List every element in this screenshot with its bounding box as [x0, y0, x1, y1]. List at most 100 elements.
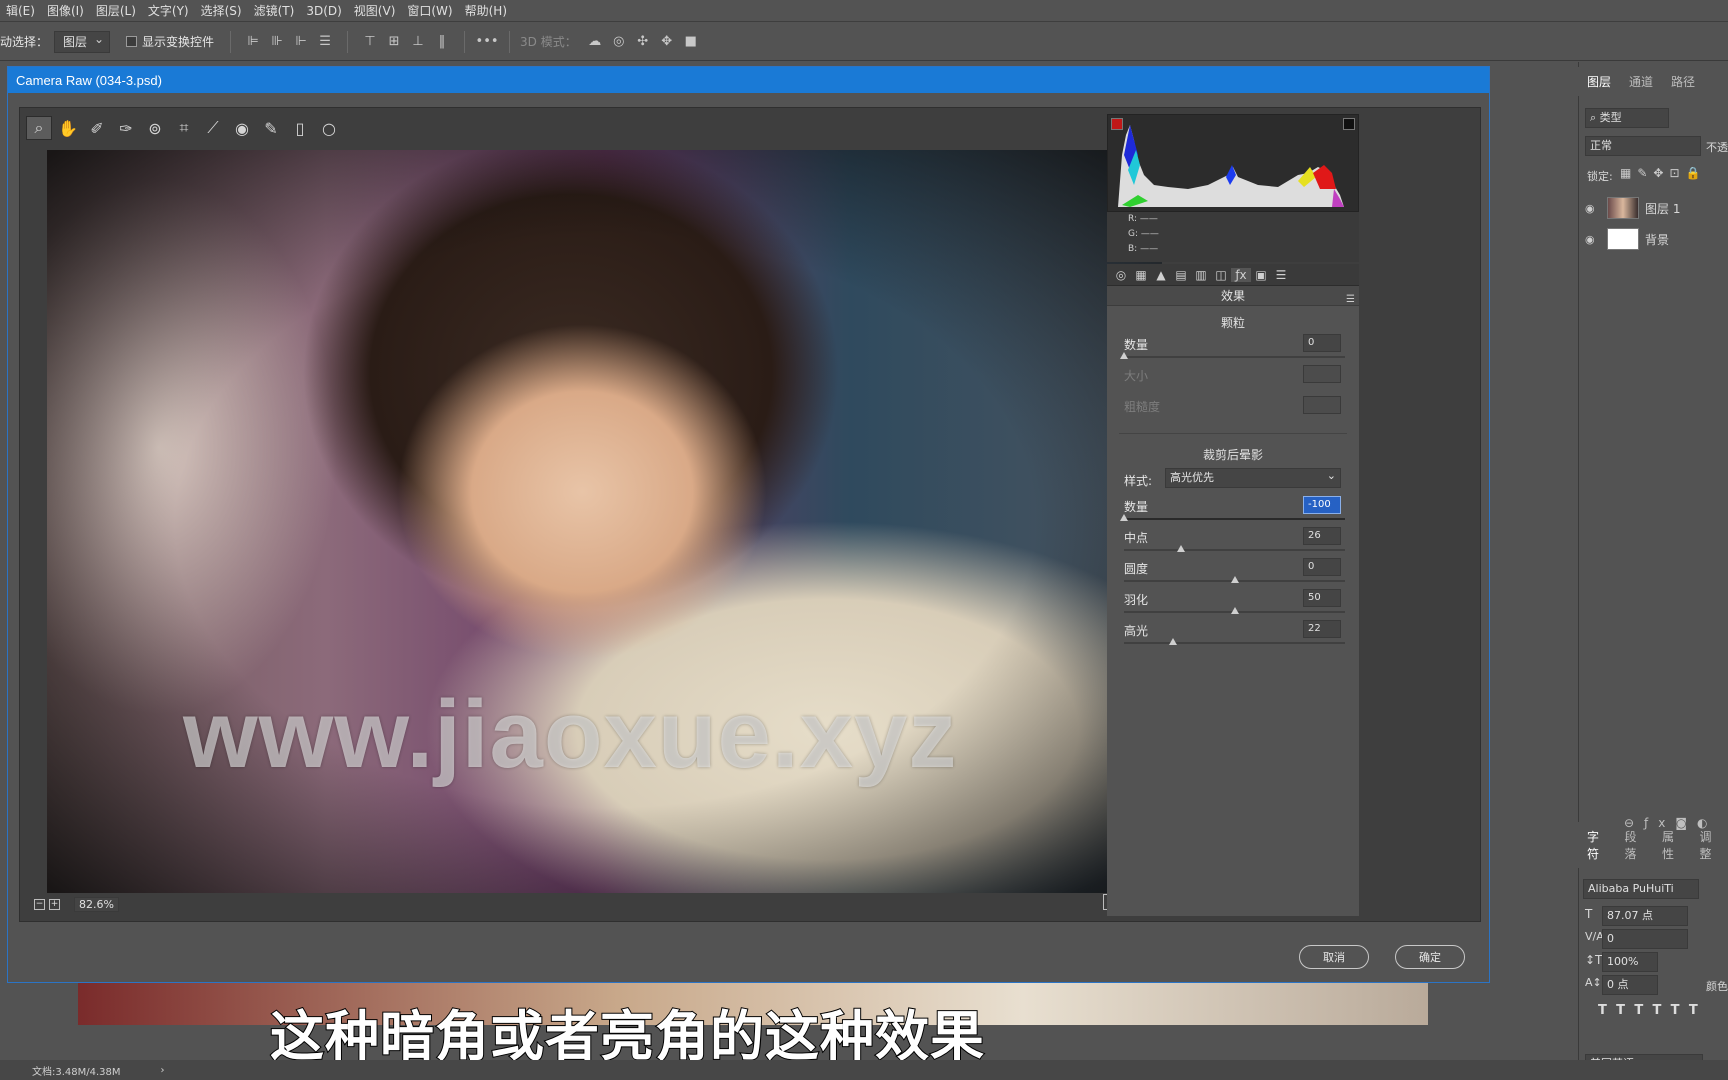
adjustment-brush-icon[interactable]: ✎	[258, 116, 284, 140]
cancel-button[interactable]: 取消	[1299, 945, 1369, 969]
tracking-field[interactable]: 0	[1602, 929, 1688, 949]
tracking-value: 0	[1607, 932, 1614, 945]
ok-button[interactable]: 确定	[1395, 945, 1465, 969]
menu-window[interactable]: 窗口(W)	[401, 2, 458, 19]
panel-tabs: ◎ ▦ ▲ ▤ ▥ ◫ ƒx ▣ ☰	[1107, 264, 1359, 286]
split-toning-tab-icon[interactable]: ▥	[1191, 268, 1211, 282]
effects-panel: 效果 ☰ 颗粒 数量 0 大小 粗糙度 裁剪后晕影 样式: 高光优先 ⌄ 数量 …	[1107, 286, 1359, 916]
roundness-thumb[interactable]	[1230, 576, 1239, 583]
menu-filter[interactable]: 滤镜(T)	[248, 2, 301, 19]
vignette-amount-slider[interactable]	[1124, 518, 1345, 520]
eye-icon[interactable]: ◉	[1585, 202, 1601, 215]
tab-channels[interactable]: 通道	[1620, 67, 1662, 96]
hsl-tab-icon[interactable]: ▤	[1171, 268, 1191, 282]
opacity-label: 不透	[1706, 141, 1728, 154]
detail-tab-icon[interactable]: ▲	[1151, 268, 1171, 282]
vignette-amount-field[interactable]: -100	[1303, 496, 1341, 514]
histogram	[1107, 114, 1359, 212]
auto-select-dropdown[interactable]: 图层	[54, 30, 111, 53]
grain-amount-field[interactable]: 0	[1303, 334, 1341, 352]
orbit-icon[interactable]: ☁	[586, 33, 604, 51]
effects-tab-icon[interactable]: ƒx	[1231, 267, 1251, 282]
shadow-clipping-icon[interactable]	[1111, 118, 1123, 130]
status-arrow-icon[interactable]: ›	[161, 1065, 165, 1076]
layer-row[interactable]: ◉ 图层 1	[1585, 194, 1680, 222]
basic-tab-icon[interactable]: ◎	[1111, 268, 1131, 282]
baseline-field[interactable]: 0 点	[1602, 975, 1658, 995]
align-top-icon[interactable]: ⊤	[361, 33, 379, 51]
midpoint-thumb[interactable]	[1177, 545, 1186, 552]
menu-type[interactable]: 文字(Y)	[142, 2, 195, 19]
color-sampler-icon[interactable]: ✑	[113, 116, 139, 140]
tab-paragraph[interactable]: 段落	[1616, 822, 1654, 868]
menu-edit[interactable]: 辑(E)	[0, 2, 41, 19]
blend-mode-dropdown[interactable]: 正常	[1585, 136, 1701, 156]
align-right-icon[interactable]: ⊩	[292, 33, 310, 51]
lens-tab-icon[interactable]: ◫	[1211, 268, 1231, 282]
tab-character[interactable]: 字符	[1578, 822, 1616, 868]
midpoint-field[interactable]: 26	[1303, 527, 1341, 545]
font-size-field[interactable]: 87.07 点	[1602, 906, 1688, 926]
crop-tool-icon[interactable]: ⌗	[171, 116, 197, 140]
roll-icon[interactable]: ◎	[610, 33, 628, 51]
layer-row[interactable]: ◉ 背景	[1585, 225, 1669, 253]
tab-layers[interactable]: 图层	[1578, 67, 1621, 96]
feather-thumb[interactable]	[1230, 607, 1239, 614]
green-readout: G: ——	[1128, 229, 1159, 239]
tab-properties[interactable]: 属性	[1653, 822, 1691, 868]
white-balance-icon[interactable]: ✐	[84, 116, 110, 140]
align-middle-icon[interactable]: ⊞	[385, 33, 403, 51]
menu-select[interactable]: 选择(S)	[195, 2, 248, 19]
tab-paths[interactable]: 路径	[1662, 67, 1704, 96]
text-style-buttons[interactable]: TTTTTT	[1598, 1003, 1707, 1018]
vignette-amount-thumb[interactable]	[1120, 514, 1128, 521]
align-center-icon[interactable]: ⊪	[268, 33, 286, 51]
zoom-in-icon[interactable]: +	[49, 898, 60, 910]
highlight-clipping-icon[interactable]	[1343, 118, 1355, 130]
vignette-style-dropdown[interactable]: 高光优先	[1165, 467, 1341, 488]
vignette-heading: 裁剪后晕影	[1202, 448, 1263, 462]
scale-field[interactable]: 100%	[1602, 952, 1658, 972]
menu-help[interactable]: 帮助(H)	[459, 2, 513, 19]
more-icon[interactable]: •••	[476, 33, 499, 51]
midpoint-slider[interactable]	[1124, 549, 1345, 551]
grain-amount-thumb[interactable]	[1120, 352, 1128, 359]
distribute-icon[interactable]: ☰	[316, 33, 334, 51]
highlights-thumb[interactable]	[1168, 638, 1177, 645]
highlights-slider[interactable]	[1124, 642, 1345, 644]
camera-icon[interactable]: ■	[682, 33, 700, 51]
lock-icons[interactable]: ▦✎✥⊡🔒	[1620, 166, 1706, 180]
font-dropdown[interactable]: Alibaba PuHuiTi	[1583, 879, 1699, 899]
red-eye-icon[interactable]: ◉	[229, 116, 255, 140]
tab-adjustments[interactable]: 调整	[1691, 822, 1728, 868]
zoom-level[interactable]: 82.6%	[74, 896, 119, 912]
panel-menu-icon[interactable]: ☰	[1346, 290, 1355, 310]
hand-tool-icon[interactable]: ✋	[55, 116, 81, 140]
straighten-icon[interactable]: ⟋	[200, 116, 226, 140]
menu-view[interactable]: 视图(V)	[348, 2, 402, 19]
zoom-out-icon[interactable]: −	[34, 898, 45, 910]
targeted-adjust-icon[interactable]: ⊚	[142, 116, 168, 140]
tone-curve-tab-icon[interactable]: ▦	[1131, 268, 1151, 282]
scale-value: 100%	[1607, 955, 1639, 968]
align-bottom-icon[interactable]: ⊥	[409, 33, 427, 51]
graduated-filter-icon[interactable]: ▯	[287, 116, 313, 140]
transform-checkbox[interactable]	[126, 36, 138, 47]
layer-filter-dropdown[interactable]: ⌕ 类型	[1585, 108, 1669, 128]
highlights-field[interactable]: 22	[1303, 620, 1341, 638]
distribute-vertical-icon[interactable]: ‖	[433, 33, 451, 51]
menu-layer[interactable]: 图层(L)	[90, 2, 142, 19]
menu-image[interactable]: 图像(I)	[41, 2, 90, 19]
radial-filter-icon[interactable]: ○	[316, 116, 342, 140]
grain-amount-slider[interactable]	[1124, 356, 1345, 358]
align-left-icon[interactable]: ⊫	[244, 33, 262, 51]
roundness-field[interactable]: 0	[1303, 558, 1341, 576]
menu-3d[interactable]: 3D(D)	[300, 4, 347, 18]
slide-icon[interactable]: ✥	[658, 33, 676, 51]
eye-icon[interactable]: ◉	[1585, 233, 1601, 246]
calibration-tab-icon[interactable]: ▣	[1251, 268, 1271, 282]
presets-tab-icon[interactable]: ☰	[1271, 268, 1291, 282]
drag-icon[interactable]: ✣	[634, 33, 652, 51]
feather-field[interactable]: 50	[1303, 589, 1341, 607]
zoom-tool-icon[interactable]: ⌕	[26, 116, 52, 140]
